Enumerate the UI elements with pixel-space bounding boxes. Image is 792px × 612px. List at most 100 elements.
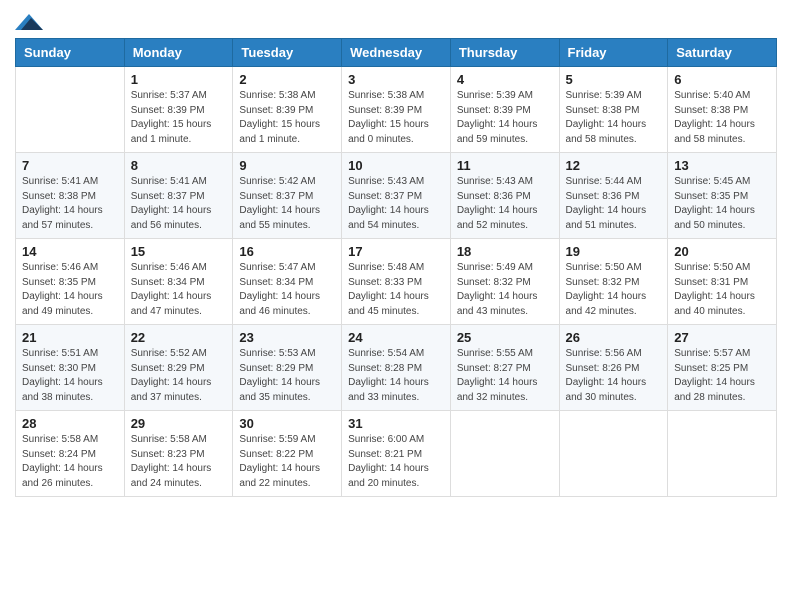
calendar-cell: 29 Sunrise: 5:58 AM Sunset: 8:23 PM Dayli… (124, 411, 233, 497)
day-info: Sunrise: 5:38 AM Sunset: 8:39 PM Dayligh… (348, 89, 444, 147)
day-info: Sunrise: 5:50 AM Sunset: 8:32 PM Dayligh… (566, 261, 662, 319)
weekday-header-sunday: Sunday (16, 39, 125, 67)
day-number: 27 (674, 330, 770, 345)
day-number: 20 (674, 244, 770, 259)
calendar-cell: 4 Sunrise: 5:39 AM Sunset: 8:39 PM Daylig… (450, 67, 559, 153)
calendar-cell: 25Sunrise: 5:55 AM Sunset: 8:27 PM Dayli… (450, 325, 559, 411)
day-number: 3 (348, 72, 444, 87)
day-info: Sunrise: 5:54 AM Sunset: 8:28 PM Dayligh… (348, 347, 444, 405)
day-number: 12 (566, 158, 662, 173)
calendar-cell: 27 Sunrise: 5:57 AM Sunset: 8:25 PM Dayli… (668, 325, 777, 411)
day-info: Sunrise: 5:41 AM Sunset: 8:37 PM Dayligh… (131, 175, 227, 233)
day-info: Sunrise: 5:58 AM Sunset: 8:23 PM Dayligh… (131, 433, 227, 491)
calendar-cell: 7 Sunrise: 5:41 AM Sunset: 8:38 PM Daylig… (16, 153, 125, 239)
calendar-cell: 30Sunrise: 5:59 AM Sunset: 8:22 PM Dayli… (233, 411, 342, 497)
weekday-header-friday: Friday (559, 39, 668, 67)
calendar-week-row: 14 Sunrise: 5:46 AM Sunset: 8:35 PM Dayli… (16, 239, 777, 325)
calendar-cell: 2 Sunrise: 5:38 AM Sunset: 8:39 PM Daylig… (233, 67, 342, 153)
calendar-cell (668, 411, 777, 497)
day-number: 28 (22, 416, 118, 431)
calendar-cell: 6 Sunrise: 5:40 AM Sunset: 8:38 PM Daylig… (668, 67, 777, 153)
calendar-cell: 19 Sunrise: 5:50 AM Sunset: 8:32 PM Dayli… (559, 239, 668, 325)
day-info: Sunrise: 5:48 AM Sunset: 8:33 PM Dayligh… (348, 261, 444, 319)
page-header (15, 10, 777, 32)
calendar-cell: 14 Sunrise: 5:46 AM Sunset: 8:35 PM Dayli… (16, 239, 125, 325)
day-number: 21 (22, 330, 118, 345)
day-info: Sunrise: 5:45 AM Sunset: 8:35 PM Dayligh… (674, 175, 770, 233)
day-number: 13 (674, 158, 770, 173)
day-info: Sunrise: 5:41 AM Sunset: 8:38 PM Dayligh… (22, 175, 118, 233)
day-number: 5 (566, 72, 662, 87)
day-info: Sunrise: 5:56 AM Sunset: 8:26 PM Dayligh… (566, 347, 662, 405)
day-info: Sunrise: 5:39 AM Sunset: 8:38 PM Dayligh… (566, 89, 662, 147)
day-number: 4 (457, 72, 553, 87)
day-info: Sunrise: 5:39 AM Sunset: 8:39 PM Dayligh… (457, 89, 553, 147)
day-number: 18 (457, 244, 553, 259)
day-number: 22 (131, 330, 227, 345)
calendar-cell (450, 411, 559, 497)
weekday-header-monday: Monday (124, 39, 233, 67)
day-number: 31 (348, 416, 444, 431)
calendar-cell: 28 Sunrise: 5:58 AM Sunset: 8:24 PM Dayli… (16, 411, 125, 497)
calendar-cell: 8 Sunrise: 5:41 AM Sunset: 8:37 PM Daylig… (124, 153, 233, 239)
day-info: Sunrise: 5:47 AM Sunset: 8:34 PM Dayligh… (239, 261, 335, 319)
calendar-cell: 1 Sunrise: 5:37 AM Sunset: 8:39 PM Daylig… (124, 67, 233, 153)
day-info: Sunrise: 5:49 AM Sunset: 8:32 PM Dayligh… (457, 261, 553, 319)
day-number: 2 (239, 72, 335, 87)
day-number: 24 (348, 330, 444, 345)
day-info: Sunrise: 5:38 AM Sunset: 8:39 PM Dayligh… (239, 89, 335, 147)
day-info: Sunrise: 5:42 AM Sunset: 8:37 PM Dayligh… (239, 175, 335, 233)
calendar-week-row: 7 Sunrise: 5:41 AM Sunset: 8:38 PM Daylig… (16, 153, 777, 239)
calendar-cell: 10 Sunrise: 5:43 AM Sunset: 8:37 PM Dayli… (342, 153, 451, 239)
day-info: Sunrise: 5:46 AM Sunset: 8:35 PM Dayligh… (22, 261, 118, 319)
day-number: 15 (131, 244, 227, 259)
calendar-cell: 13 Sunrise: 5:45 AM Sunset: 8:35 PM Dayli… (668, 153, 777, 239)
day-number: 26 (566, 330, 662, 345)
calendar-cell: 20 Sunrise: 5:50 AM Sunset: 8:31 PM Dayli… (668, 239, 777, 325)
weekday-header-row: SundayMondayTuesdayWednesdayThursdayFrid… (16, 39, 777, 67)
calendar-cell: 3 Sunrise: 5:38 AM Sunset: 8:39 PM Daylig… (342, 67, 451, 153)
day-info: Sunrise: 5:57 AM Sunset: 8:25 PM Dayligh… (674, 347, 770, 405)
calendar-cell: 16 Sunrise: 5:47 AM Sunset: 8:34 PM Dayli… (233, 239, 342, 325)
calendar-cell: 26 Sunrise: 5:56 AM Sunset: 8:26 PM Dayli… (559, 325, 668, 411)
calendar-cell: 23Sunrise: 5:53 AM Sunset: 8:29 PM Dayli… (233, 325, 342, 411)
day-info: Sunrise: 5:44 AM Sunset: 8:36 PM Dayligh… (566, 175, 662, 233)
weekday-header-thursday: Thursday (450, 39, 559, 67)
calendar-cell: 15Sunrise: 5:46 AM Sunset: 8:34 PM Dayli… (124, 239, 233, 325)
day-number: 10 (348, 158, 444, 173)
day-info: Sunrise: 5:40 AM Sunset: 8:38 PM Dayligh… (674, 89, 770, 147)
logo-icon (15, 10, 43, 32)
day-info: Sunrise: 5:55 AM Sunset: 8:27 PM Dayligh… (457, 347, 553, 405)
calendar-cell: 18 Sunrise: 5:49 AM Sunset: 8:32 PM Dayli… (450, 239, 559, 325)
calendar-cell (16, 67, 125, 153)
day-info: Sunrise: 6:00 AM Sunset: 8:21 PM Dayligh… (348, 433, 444, 491)
calendar-cell: 5 Sunrise: 5:39 AM Sunset: 8:38 PM Daylig… (559, 67, 668, 153)
day-info: Sunrise: 5:37 AM Sunset: 8:39 PM Dayligh… (131, 89, 227, 147)
day-number: 14 (22, 244, 118, 259)
day-number: 8 (131, 158, 227, 173)
day-info: Sunrise: 5:58 AM Sunset: 8:24 PM Dayligh… (22, 433, 118, 491)
calendar-cell: 9Sunrise: 5:42 AM Sunset: 8:37 PM Daylig… (233, 153, 342, 239)
calendar-week-row: 21Sunrise: 5:51 AM Sunset: 8:30 PM Dayli… (16, 325, 777, 411)
day-number: 16 (239, 244, 335, 259)
day-number: 7 (22, 158, 118, 173)
calendar-cell: 12 Sunrise: 5:44 AM Sunset: 8:36 PM Dayli… (559, 153, 668, 239)
calendar-cell: 31 Sunrise: 6:00 AM Sunset: 8:21 PM Dayli… (342, 411, 451, 497)
day-info: Sunrise: 5:43 AM Sunset: 8:36 PM Dayligh… (457, 175, 553, 233)
day-number: 29 (131, 416, 227, 431)
day-number: 1 (131, 72, 227, 87)
day-number: 6 (674, 72, 770, 87)
calendar-cell: 11Sunrise: 5:43 AM Sunset: 8:36 PM Dayli… (450, 153, 559, 239)
logo (15, 10, 48, 32)
calendar-cell: 17Sunrise: 5:48 AM Sunset: 8:33 PM Dayli… (342, 239, 451, 325)
day-info: Sunrise: 5:50 AM Sunset: 8:31 PM Dayligh… (674, 261, 770, 319)
calendar-cell: 24 Sunrise: 5:54 AM Sunset: 8:28 PM Dayli… (342, 325, 451, 411)
calendar-week-row: 28 Sunrise: 5:58 AM Sunset: 8:24 PM Dayli… (16, 411, 777, 497)
calendar-table: SundayMondayTuesdayWednesdayThursdayFrid… (15, 38, 777, 497)
day-info: Sunrise: 5:43 AM Sunset: 8:37 PM Dayligh… (348, 175, 444, 233)
calendar-cell (559, 411, 668, 497)
day-number: 19 (566, 244, 662, 259)
day-number: 23 (239, 330, 335, 345)
day-info: Sunrise: 5:59 AM Sunset: 8:22 PM Dayligh… (239, 433, 335, 491)
calendar-week-row: 1 Sunrise: 5:37 AM Sunset: 8:39 PM Daylig… (16, 67, 777, 153)
